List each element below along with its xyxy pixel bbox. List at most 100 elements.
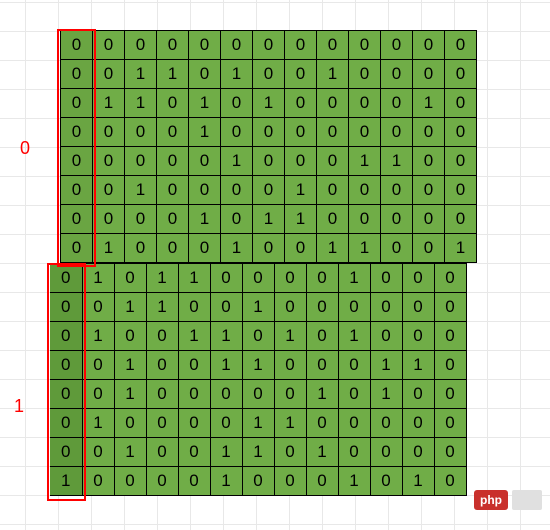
matrix-cell: 0 [413,234,445,263]
matrix-cell: 1 [402,467,434,496]
matrix-cell: 0 [146,438,178,467]
matrix-cell: 1 [306,380,338,409]
matrix-cell: 0 [61,205,93,234]
matrix-cell: 0 [189,234,221,263]
matrix-cell: 1 [210,322,242,351]
matrix-cell: 0 [413,31,445,60]
matrix-cell: 1 [402,351,434,380]
matrix-cell: 0 [146,380,178,409]
matrix-cell: 1 [370,380,402,409]
matrix-cell: 0 [146,409,178,438]
matrix-cell: 0 [445,147,477,176]
matrix-cell: 1 [82,409,114,438]
matrix-cell: 1 [221,60,253,89]
matrix-cell: 0 [50,293,82,322]
matrix-cell: 0 [338,438,370,467]
matrix-cell: 0 [253,31,285,60]
matrix-cell: 0 [445,118,477,147]
matrix-cell: 0 [82,438,114,467]
matrix-cell: 0 [349,118,381,147]
matrix-cell: 1 [274,409,306,438]
matrix-cell: 0 [189,60,221,89]
matrix-cell: 0 [338,351,370,380]
matrix-cell: 0 [285,118,317,147]
matrix-cell: 0 [274,293,306,322]
matrix-cell: 1 [210,438,242,467]
matrix-cell: 0 [125,31,157,60]
matrix-cell: 1 [242,409,274,438]
matrix-cell: 0 [402,380,434,409]
matrix-cell: 0 [114,467,146,496]
matrix-cell: 0 [381,31,413,60]
matrix-cell: 0 [317,147,349,176]
matrix-cell: 1 [125,176,157,205]
matrix-cell: 1 [317,234,349,263]
matrix-cell: 0 [210,380,242,409]
matrix-cell: 0 [434,380,466,409]
matrix-cell: 1 [114,438,146,467]
matrix-cell: 1 [285,205,317,234]
matrix-cell: 0 [93,118,125,147]
matrix-cell: 0 [306,409,338,438]
matrix-cell: 0 [61,89,93,118]
matrix-table-bottom: 0101100001000001100100000001001101010000… [50,263,467,496]
matrix-cell: 1 [242,293,274,322]
matrix-cell: 0 [285,147,317,176]
watermark: php [474,490,542,510]
matrix-cell: 0 [370,322,402,351]
matrix-cell: 1 [210,467,242,496]
matrix-cell: 0 [445,31,477,60]
matrix-cell: 0 [338,409,370,438]
matrix-cell: 0 [402,409,434,438]
matrix-cell: 0 [157,234,189,263]
matrix-cell: 0 [50,264,82,293]
matrix-cell: 0 [125,147,157,176]
matrix-cell: 0 [274,264,306,293]
matrix-cell: 0 [178,380,210,409]
matrix-cell: 1 [146,293,178,322]
matrix-cell: 1 [338,264,370,293]
matrix-cell: 1 [146,264,178,293]
matrix-cell: 1 [381,147,413,176]
matrix-cell: 0 [178,293,210,322]
matrix-cell: 1 [253,205,285,234]
matrix-cell: 0 [317,176,349,205]
matrix-cell: 0 [338,380,370,409]
matrix-cell: 0 [146,467,178,496]
matrix-cell: 0 [253,118,285,147]
matrix-cell: 0 [82,293,114,322]
matrix-cell: 1 [285,176,317,205]
matrix-cell: 0 [370,438,402,467]
matrix-cell: 0 [306,467,338,496]
matrix-cell: 1 [178,322,210,351]
matrix-cell: 0 [285,234,317,263]
matrix-cell: 0 [445,176,477,205]
matrix-cell: 1 [349,147,381,176]
matrix-cell: 0 [125,205,157,234]
matrix-cell: 1 [370,351,402,380]
matrix-cell: 1 [242,351,274,380]
matrix-cell: 0 [93,205,125,234]
matrix-cell: 0 [274,380,306,409]
matrix-cell: 1 [338,322,370,351]
matrix-container-bottom: 0101100001000001100100000001001101010000… [50,263,467,496]
matrix-cell: 0 [349,60,381,89]
matrix-cell: 1 [125,60,157,89]
matrix-cell: 0 [93,31,125,60]
matrix-cell: 0 [221,118,253,147]
matrix-cell: 0 [274,438,306,467]
matrix-cell: 1 [253,89,285,118]
matrix-cell: 0 [157,118,189,147]
matrix-cell: 0 [349,205,381,234]
matrix-cell: 0 [402,322,434,351]
matrix-cell: 0 [253,176,285,205]
matrix-cell: 0 [125,118,157,147]
matrix-cell: 1 [189,89,221,118]
matrix-cell: 0 [242,264,274,293]
matrix-cell: 0 [157,31,189,60]
matrix-cell: 0 [221,31,253,60]
matrix-cell: 0 [381,234,413,263]
watermark-block [512,490,542,510]
matrix-cell: 1 [114,351,146,380]
matrix-cell: 0 [93,176,125,205]
